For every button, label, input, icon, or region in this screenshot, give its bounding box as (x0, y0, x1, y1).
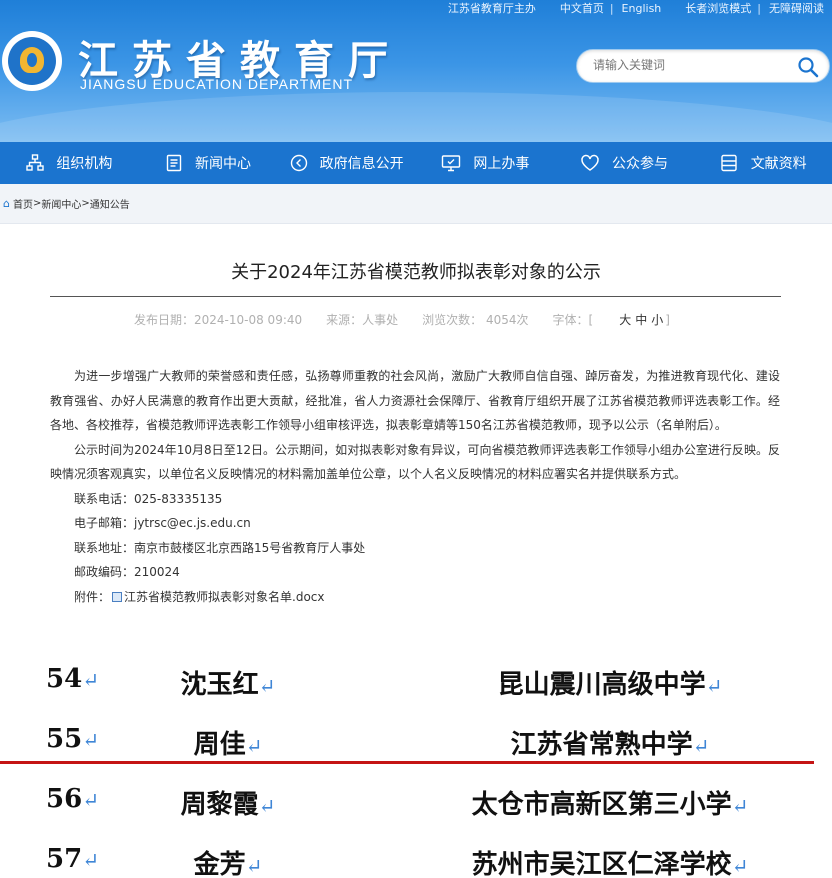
nav-label: 组织机构 (56, 156, 113, 172)
font-size-control: 字体：[大中小] (552, 313, 670, 327)
search-input[interactable] (593, 58, 783, 72)
nav-item-organization[interactable]: 组织机构 (0, 142, 139, 184)
publish-date: 发布日期：2024-10-08 09:40 (134, 313, 303, 327)
breadcrumb-home[interactable]: 首页 (13, 196, 33, 211)
school-name: 江苏省常熟中学↵ (510, 730, 710, 760)
breadcrumb-sep: > (81, 198, 90, 209)
search-icon[interactable] (797, 56, 819, 78)
teacher-name: 沈玉红↵ (180, 670, 276, 700)
nav-label: 政府信息公开 (319, 156, 404, 172)
nav-label: 网上办事 (473, 156, 530, 172)
nav-item-info-disclosure[interactable]: 政府信息公开 (277, 142, 416, 184)
documents-icon (720, 154, 737, 172)
nav-item-public-participation[interactable]: 公众参与 (555, 142, 694, 184)
highlight-underline (0, 761, 814, 764)
breadcrumb-sep: > (32, 198, 42, 209)
site-header: 江苏省教育厅主办 中文首页 | English 长者浏览模式 | 无障碍阅读 江… (0, 0, 832, 142)
nav-label: 文献资料 (750, 156, 807, 172)
chinese-home-link[interactable]: 中文首页 (560, 0, 604, 16)
accessible-reading-link[interactable]: 无障碍阅读 (769, 0, 824, 16)
table-row: 54↵ 沈玉红↵ 昆山震川高级中学↵ (0, 652, 832, 708)
table-row: 56↵ 周黎霞↵ 太仓市高新区第三小学↵ (0, 772, 832, 828)
postcode: 邮政编码：210024 (74, 565, 180, 579)
heart-icon (581, 154, 599, 171)
main-nav: 组织机构 新闻中心 政府信息公开 网上办事 公众参与 文献资料 (0, 142, 832, 184)
news-icon (166, 154, 182, 172)
school-name: 太仓市高新区第三小学↵ (471, 790, 749, 820)
row-number: 54↵ (46, 664, 99, 694)
honoree-table: 54↵ 沈玉红↵ 昆山震川高级中学↵ 55↵ 周佳↵ 江苏省常熟中学↵ 56↵ … (0, 652, 832, 878)
attachment-label: 附件： (74, 589, 111, 604)
title-divider (50, 296, 781, 297)
row-number: 56↵ (46, 784, 99, 814)
contact-email: 电子邮箱：jytrsc@ec.js.edu.cn (74, 516, 251, 530)
info-disclosure-icon (290, 154, 307, 172)
document-file-icon (112, 591, 123, 602)
nav-item-news[interactable]: 新闻中心 (139, 142, 278, 184)
teacher-name: 金芳↵ (193, 850, 263, 878)
font-large-button[interactable]: 大 (619, 313, 631, 327)
school-name: 苏州市吴江区仁泽学校↵ (471, 850, 749, 878)
nav-label: 公众参与 (612, 156, 669, 172)
org-chart-icon (26, 154, 45, 171)
article-meta: 发布日期：2024-10-08 09:40 来源：人事处 浏览次数： 4054次… (134, 311, 718, 328)
department-logo[interactable] (2, 31, 62, 91)
source: 来源：人事处 (326, 313, 399, 327)
breadcrumb: ⌂ 首页 > 新闻中心 > 通知公告 (0, 184, 832, 224)
host-text: 江苏省教育厅主办 (447, 2, 536, 15)
font-medium-button[interactable]: 中 (635, 313, 647, 327)
view-count: 浏览次数： 4054次 (422, 313, 529, 327)
online-service-icon (442, 155, 461, 172)
nav-label: 新闻中心 (195, 156, 251, 172)
separator: | (757, 1, 761, 15)
separator: | (609, 1, 614, 15)
row-number: 55↵ (46, 724, 99, 754)
top-links: 江苏省教育厅主办 中文首页 | English 长者浏览模式 | 无障碍阅读 (440, 0, 824, 16)
school-name: 昆山震川高级中学↵ (497, 670, 723, 700)
paragraph: 为进一步增强广大教师的荣誉感和责任感，弘扬尊师重教的社会风尚，激励广大教师自信自… (50, 369, 780, 432)
breadcrumb-notice[interactable]: 通知公告 (90, 196, 130, 211)
row-number: 57↵ (46, 844, 99, 874)
attachment-link[interactable]: 江苏省模范教师拟表彰对象名单.docx (124, 590, 324, 604)
attachment: 附件： 江苏省模范教师拟表彰对象名单.docx (50, 585, 780, 610)
font-small-button[interactable]: 小 (651, 313, 663, 327)
search-box (576, 49, 830, 83)
elder-mode-link[interactable]: 长者浏览模式 (685, 0, 751, 16)
nav-item-online-service[interactable]: 网上办事 (416, 142, 555, 184)
english-link[interactable]: English (622, 2, 662, 15)
teacher-name: 周佳↵ (193, 730, 263, 760)
home-icon: ⌂ (3, 197, 10, 210)
article-body: 为进一步增强广大教师的荣誉感和责任感，弘扬尊师重教的社会风尚，激励广大教师自信自… (50, 364, 780, 609)
teacher-name: 周黎霞↵ (180, 790, 276, 820)
table-row: 55↵ 周佳↵ 江苏省常熟中学↵ (0, 712, 832, 768)
nav-item-documents[interactable]: 文献资料 (693, 142, 832, 184)
contact-phone: 联系电话：025-83335135 (74, 491, 223, 506)
contact-address: 联系地址：南京市鼓楼区北京西路15号省教育厅人事处 (74, 540, 366, 555)
breadcrumb-news[interactable]: 新闻中心 (41, 196, 81, 211)
article-title: 关于2024年江苏省模范教师拟表彰对象的公示 (231, 262, 601, 283)
site-subtitle: JIANGSU EDUCATION DEPARTMENT (80, 76, 354, 92)
paragraph: 公示时间为2024年10月8日至12日。公示期间，如对拟表彰对象有异议，可向省模… (50, 442, 780, 482)
table-row: 57↵ 金芳↵ 苏州市吴江区仁泽学校↵ (0, 832, 832, 878)
